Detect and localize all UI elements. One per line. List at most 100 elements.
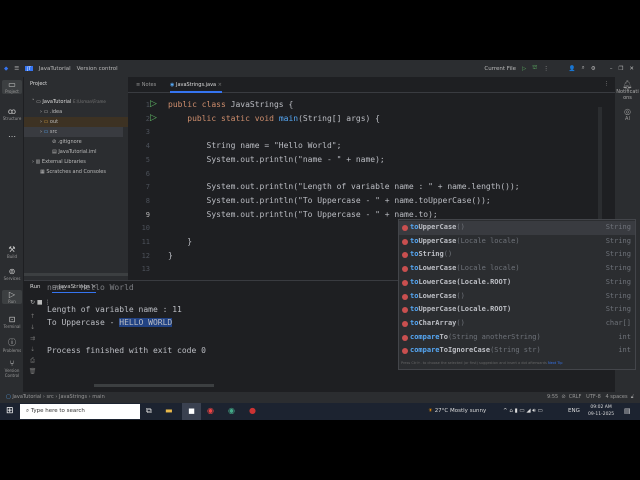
tool-structure[interactable]: ꝏ Structure <box>2 107 22 121</box>
structure-icon: ꝏ <box>7 107 17 116</box>
completion-hint: Press Ctrl+. to choose the selected (or … <box>401 361 563 365</box>
tab-javastrings[interactable]: ◉ JavaStrings.java × <box>170 82 222 93</box>
tool-build[interactable]: ⚒ Build <box>2 245 22 259</box>
notifications-label: Notifications <box>616 89 639 101</box>
next-tip-link[interactable]: Next Tip <box>548 361 563 365</box>
code-line: } <box>168 237 193 246</box>
intellij-taskbar-icon[interactable]: ■ <box>182 403 201 420</box>
maximize-icon[interactable]: ❐ <box>618 66 623 72</box>
main-menu-icon[interactable]: ☰ <box>14 66 19 72</box>
status-right[interactable]: 9:55 ⊘ CRLF UTF-8 4 spaces 🔓︎ <box>547 392 634 403</box>
tray-icons[interactable]: ^ ⌂ ▮ ▭ ◢ 🔊︎ ▭ <box>503 408 543 415</box>
tree-item[interactable]: ⊘ .gitignore <box>24 137 128 147</box>
run-gutter-icon[interactable]: ▷ <box>150 99 157 109</box>
folder-icon: ▭ <box>8 80 16 89</box>
line-number: 4 <box>145 142 150 151</box>
windows-taskbar: ⊞ ⌕ Type here to search ⧉ ▬ ■ ◉ ◉ ● ☀ 27… <box>0 403 640 420</box>
start-icon[interactable]: ⊞ <box>6 406 14 416</box>
tool-project[interactable]: ▭ Project <box>2 80 22 94</box>
line-number: 10 <box>141 224 150 233</box>
chrome-alt-icon[interactable]: ◉ <box>228 406 235 415</box>
completion-item[interactable]: toLowerCase(Locale.ROOT) String <box>399 276 635 290</box>
method-icon <box>402 225 408 231</box>
search-box[interactable]: ⌕ Type here to search <box>20 404 140 419</box>
notifications-button[interactable]: 🔔︎ Notifications <box>615 80 640 101</box>
code-line: System.out.println("name - " + name); <box>168 154 385 164</box>
code-line: public static void main(String[] args) { <box>187 113 380 123</box>
line-number: 3 <box>145 128 150 137</box>
file-explorer-icon[interactable]: ▬ <box>165 406 173 415</box>
horizontal-scrollbar[interactable] <box>24 273 128 276</box>
run-gutter-icon[interactable]: ▷ <box>150 113 157 123</box>
tree-item[interactable]: ▦ Scratches and Consoles <box>24 167 128 177</box>
code-line: System.out.println("Length of variable n… <box>168 182 520 192</box>
completion-item[interactable]: compareToIgnoreCase(String str) int <box>399 344 635 358</box>
console-line: To Uppercase - HELLO WORLD <box>47 318 173 328</box>
run-panel-title: Run <box>30 284 41 290</box>
method-icon <box>402 266 408 273</box>
method-icon <box>402 307 408 314</box>
chrome-icon[interactable]: ◉ <box>207 406 214 415</box>
method-icon <box>402 238 408 245</box>
line-number: 6 <box>145 169 150 178</box>
ai-icon: ◎ <box>624 107 631 116</box>
tool-services[interactable]: ⊚ Services <box>2 267 22 281</box>
method-icon <box>402 279 408 286</box>
breadcrumb[interactable]: JavaTutorial › src › JavaStrings › main <box>12 394 104 400</box>
line-number: 8 <box>145 196 150 205</box>
close-icon[interactable]: ✕ <box>629 66 634 72</box>
tree-item[interactable]: › ▭ .idea <box>24 107 128 117</box>
vcs-selector[interactable]: Version control <box>77 66 118 72</box>
app-icon[interactable]: ● <box>249 406 256 415</box>
more-tools-icon[interactable]: ⋯ <box>2 132 22 141</box>
completion-item[interactable]: compareTo(String anotherString) int <box>399 331 635 345</box>
debug-icon[interactable]: ⛫ <box>532 65 537 72</box>
tool-problems[interactable]: ⓘ Problems <box>2 337 22 353</box>
console-scrollbar[interactable] <box>94 384 214 387</box>
completion-item[interactable]: toString() String <box>399 248 635 262</box>
run-config-selector[interactable]: Current File <box>484 66 516 72</box>
tab-options-icon[interactable]: ⋮ <box>604 81 609 87</box>
line-number: 11 <box>141 238 150 246</box>
project-panel-title[interactable]: Project <box>30 81 47 87</box>
more-icon[interactable]: ⋮ <box>543 66 549 72</box>
run-icon[interactable]: ▷ <box>522 66 526 72</box>
run-side-toolbar[interactable]: ↑ ↓ ⇉ ⇣ ⎙ 🗑︎ <box>24 307 41 393</box>
gear-icon[interactable]: ⚙ <box>591 66 596 72</box>
code-line: System.out.println("To Uppercase - " + n… <box>168 209 438 219</box>
tree-item[interactable]: › ▭ src <box>24 127 123 137</box>
weather-widget[interactable]: ☀ 27°C Mostly sunny <box>428 408 486 414</box>
title-bar: ◆ ☰ JT JavaTutorial Version control Curr… <box>0 60 640 77</box>
search-icon[interactable]: ⌕ <box>582 65 585 72</box>
code-line: public class JavaStrings { <box>168 100 294 109</box>
tab-notes[interactable]: ≡ Notes <box>136 82 156 88</box>
tree-item[interactable]: ˅ ▭ JavaTutorial E:\Usman\Frame <box>24 97 128 107</box>
completion-item[interactable]: toLowerCase() String <box>399 290 635 304</box>
services-icon: ⊚ <box>8 267 16 276</box>
completion-item[interactable]: toUpperCase() String <box>399 221 635 235</box>
tool-version-control[interactable]: ⑂ Version Control <box>2 359 22 378</box>
method-icon <box>402 293 408 300</box>
hammer-icon: ⚒ <box>8 245 16 254</box>
clock[interactable]: 09:02 AM 09-11-2025 <box>588 404 614 418</box>
code-line: System.out.println("To Uppercase - " + n… <box>168 195 491 205</box>
selected-text: HELLO WORLD <box>119 318 173 328</box>
tool-run[interactable]: ▷ Run <box>2 290 22 304</box>
completion-item[interactable]: toUpperCase(Locale locale) String <box>399 235 635 249</box>
completion-item[interactable]: toCharArray() char[] <box>399 317 635 331</box>
completion-item[interactable]: toLowerCase(Locale locale) String <box>399 262 635 276</box>
left-tool-strip: ▭ Project ꝏ Structure ⋯ ⚒ Build ⊚ Services ▷… <box>0 77 24 392</box>
language-indicator[interactable]: ENG <box>568 408 580 414</box>
tree-item[interactable]: › ▭ out <box>24 117 128 127</box>
tree-item[interactable]: ▤ JavaTutorial.iml <box>24 147 128 157</box>
completion-item[interactable]: toUpperCase(Locale.ROOT) String <box>399 303 635 317</box>
ai-button[interactable]: ◎ AI <box>615 107 640 122</box>
tree-item[interactable]: › ▥ External Libraries <box>24 157 128 167</box>
project-selector[interactable]: JavaTutorial <box>39 66 71 72</box>
tool-terminal[interactable]: ⊡ Terminal <box>2 315 22 329</box>
user-icon[interactable]: 👤 <box>569 66 576 72</box>
task-view-icon[interactable]: ⧉ <box>146 406 152 416</box>
notification-center-icon[interactable]: ▤ <box>624 407 631 415</box>
code-line: String name = "Hello World"; <box>168 141 342 151</box>
minimize-icon[interactable]: – <box>610 66 613 72</box>
